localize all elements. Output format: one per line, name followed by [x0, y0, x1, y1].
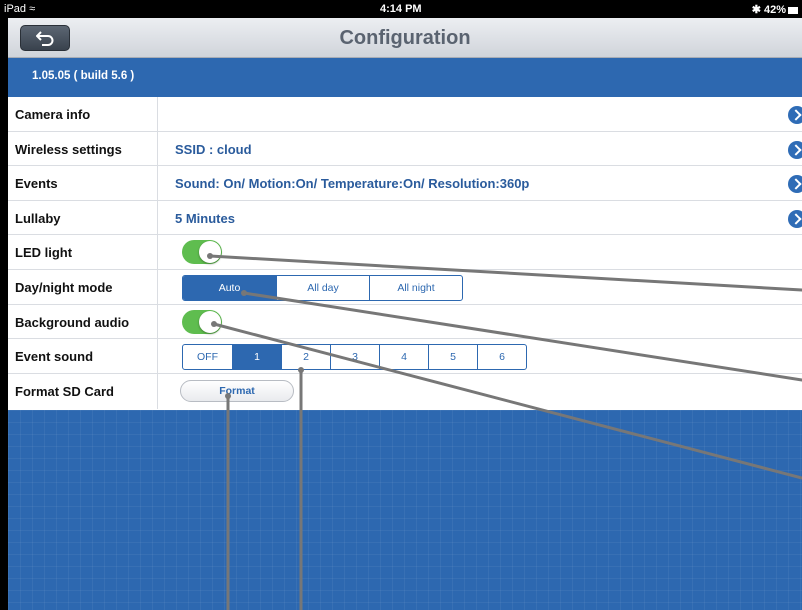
- sound-5-segment[interactable]: 5: [428, 345, 477, 370]
- row-lullaby[interactable]: Lullaby 5 Minutes: [8, 201, 802, 236]
- sound-4-segment[interactable]: 4: [379, 345, 428, 370]
- row-label: Camera info: [15, 107, 91, 122]
- mode-auto-segment[interactable]: Auto: [183, 275, 276, 300]
- row-value: 5 Minutes: [175, 210, 235, 226]
- row-wireless-settings[interactable]: Wireless settings SSID : cloud: [8, 132, 802, 167]
- row-label: Events: [15, 176, 58, 192]
- navigation-bar: Configuration: [8, 18, 802, 58]
- row-value: SSID : cloud: [175, 141, 252, 157]
- bluetooth-icon: ✱: [751, 4, 761, 16]
- firmware-version-bar: 1.05.05 ( build 5.6 ): [8, 58, 802, 97]
- row-events[interactable]: Events Sound: On/ Motion:On/ Temperature…: [8, 166, 802, 201]
- toggle-knob: [199, 241, 221, 264]
- background-audio-toggle[interactable]: [182, 309, 222, 334]
- row-label: Lullaby: [15, 210, 61, 226]
- battery-status: ✱ 42%: [752, 3, 798, 16]
- disclosure-chevron-icon[interactable]: [788, 209, 802, 228]
- clock: 4:14 PM: [380, 3, 422, 15]
- row-label: Wireless settings: [15, 141, 122, 157]
- sound-1-segment[interactable]: 1: [232, 345, 281, 370]
- event-sound-segmented-control: OFF 1 2 3 4 5 6: [182, 344, 527, 371]
- row-label: LED light: [15, 245, 73, 261]
- mode-all-night-segment[interactable]: All night: [369, 275, 462, 300]
- column-divider: [157, 97, 158, 409]
- disclosure-chevron-icon[interactable]: [788, 175, 802, 194]
- mode-all-day-segment[interactable]: All day: [276, 275, 369, 300]
- format-button[interactable]: Format: [180, 379, 294, 402]
- day-night-segmented-control: Auto All day All night: [182, 274, 463, 301]
- page-title: Configuration: [339, 27, 471, 49]
- toggle-knob: [199, 310, 221, 333]
- led-light-toggle[interactable]: [182, 240, 222, 265]
- row-label: Day/night mode: [15, 279, 113, 295]
- row-value: Sound: On/ Motion:On/ Temperature:On/ Re…: [175, 176, 530, 192]
- disclosure-chevron-icon[interactable]: [788, 140, 802, 159]
- row-label: Format SD Card: [15, 383, 114, 399]
- row-led-light: LED light: [8, 235, 802, 270]
- row-day-night-mode: Day/night mode Auto All day All night: [8, 270, 802, 305]
- sound-3-segment[interactable]: 3: [330, 345, 379, 370]
- sound-2-segment[interactable]: 2: [281, 345, 330, 370]
- row-format-sd-card: Format SD Card Format: [8, 374, 802, 409]
- row-label: Background audio: [15, 314, 130, 330]
- battery-icon: [788, 6, 798, 14]
- sound-off-segment[interactable]: OFF: [183, 345, 232, 369]
- status-bar: iPad ≈ 4:14 PM ✱ 42%: [0, 0, 802, 18]
- row-background-audio: Background audio: [8, 305, 802, 340]
- row-camera-info[interactable]: Camera info: [8, 97, 802, 132]
- row-event-sound: Event sound OFF 1 2 3 4 5 6: [8, 339, 802, 374]
- firmware-version: 1.05.05 ( build 5.6 ): [32, 70, 135, 82]
- sound-6-segment[interactable]: 6: [477, 345, 526, 370]
- row-label: Event sound: [15, 349, 94, 365]
- settings-table: Camera info Wireless settings SSID : clo…: [8, 97, 802, 408]
- wifi-icon: ≈: [29, 3, 36, 15]
- device-label: iPad ≈: [4, 3, 36, 15]
- empty-background-area: [8, 410, 802, 610]
- disclosure-chevron-icon[interactable]: [788, 106, 802, 124]
